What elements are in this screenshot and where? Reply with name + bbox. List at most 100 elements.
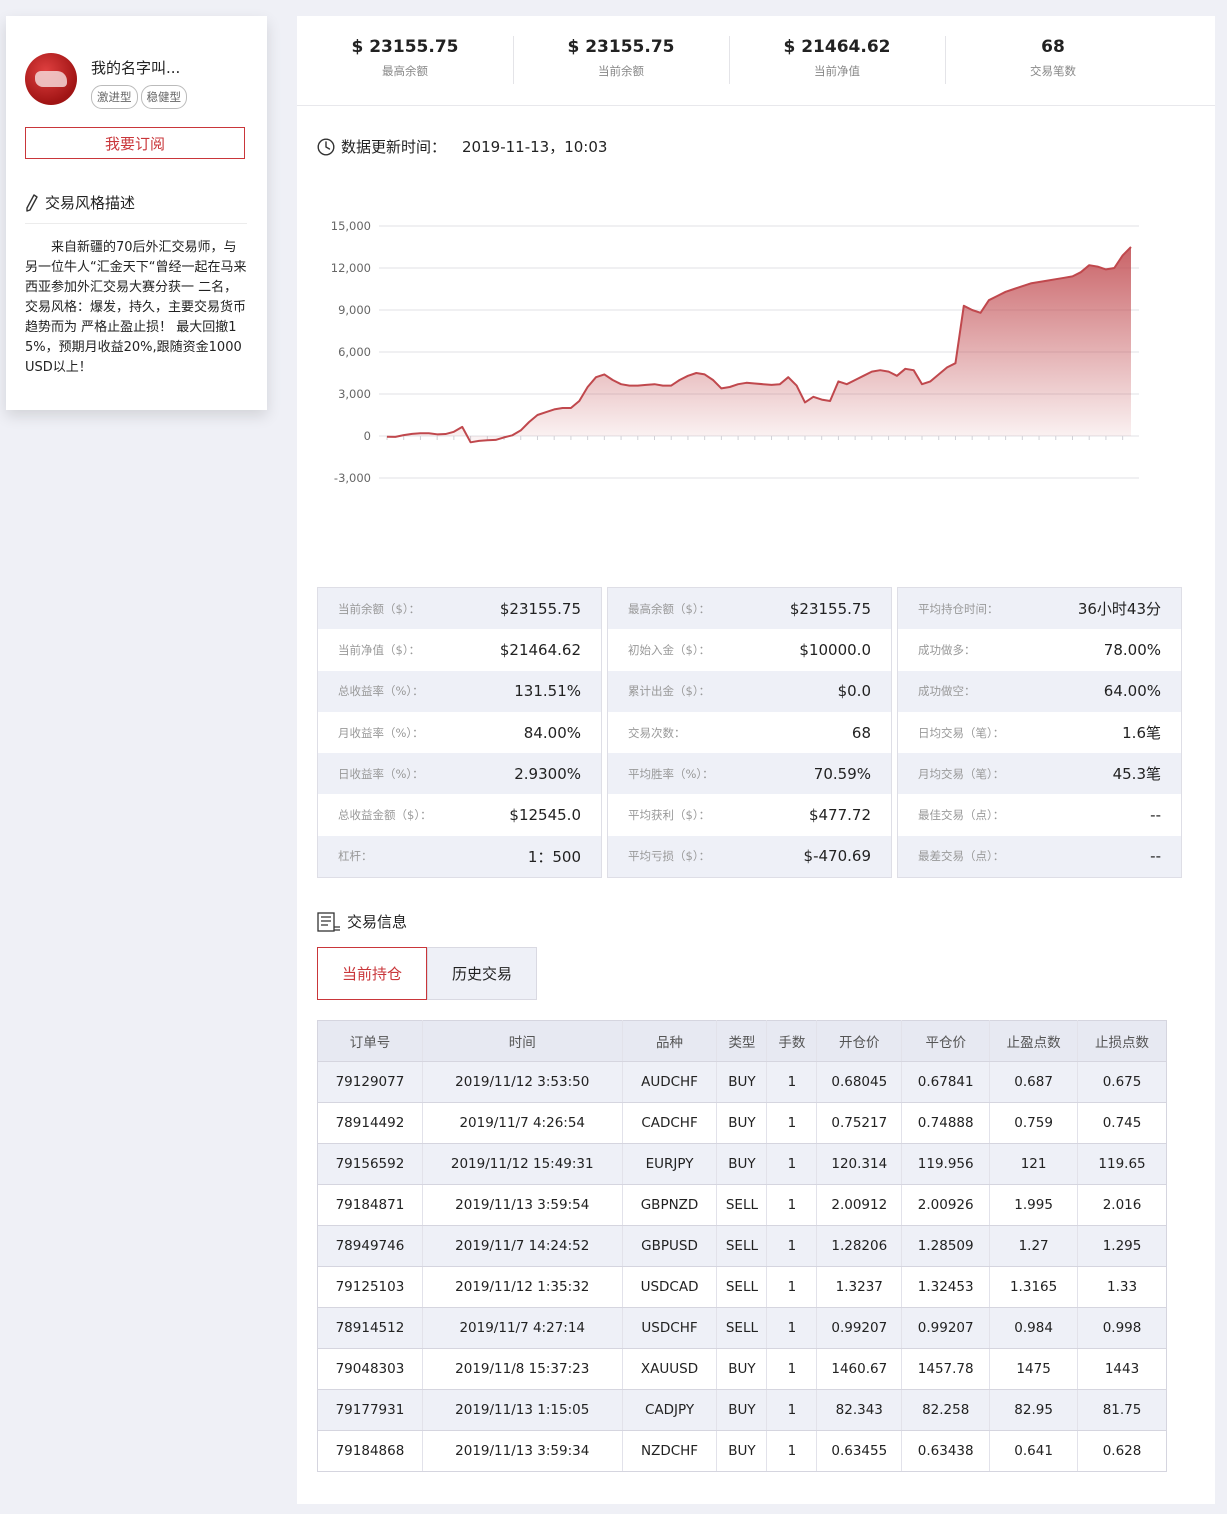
cell-type: BUY: [716, 1430, 768, 1472]
cell-take-profit: 0.759: [989, 1102, 1079, 1144]
cell-take-profit: 1475: [989, 1348, 1079, 1390]
table-row[interactable]: 79156592 2019/11/12 15:49:31 EURJPY BUY 1 120…: [317, 1143, 1167, 1185]
cell-type: BUY: [716, 1061, 768, 1103]
column-header[interactable]: 时间: [422, 1020, 623, 1062]
update-value: 2019-11-13，10:03: [462, 138, 608, 156]
subscribe-button[interactable]: 我要订阅: [25, 127, 245, 159]
cell-order-id: 78914512: [317, 1307, 423, 1349]
cell-lots: 1: [766, 1061, 818, 1103]
y-tick-label: 9,000: [338, 303, 371, 317]
cell-time: 2019/11/7 4:27:14: [422, 1307, 623, 1349]
cell-time: 2019/11/7 14:24:52: [422, 1225, 623, 1267]
stat-label: 成功做空：: [918, 684, 976, 699]
stat-value: 78.00%: [1103, 640, 1161, 659]
stat-row: 平均胜率（%）： 70.59%: [608, 753, 891, 795]
stat-value: $-470.69: [803, 847, 871, 866]
tab-history-trades[interactable]: 历史交易: [427, 947, 537, 1000]
stat-row: 成功做空： 64.00%: [898, 670, 1181, 712]
stat-value: 45.3笔: [1112, 765, 1161, 784]
table-row[interactable]: 79184868 2019/11/13 3:59:34 NZDCHF BUY 1 0.63…: [317, 1430, 1167, 1472]
clock-icon: [317, 137, 335, 156]
stat-row: 平均亏损（$）： $-470.69: [608, 835, 891, 878]
cell-lots: 1: [766, 1389, 818, 1431]
cell-symbol: USDCHF: [622, 1307, 718, 1349]
stat-label: 交易次数：: [628, 725, 686, 740]
cell-type: BUY: [716, 1143, 768, 1185]
stats-grid: 当前余额（$）： $23155.75 当前净值（$）： $21464.62 总收益率…: [317, 587, 1182, 879]
cell-symbol: XAUUSD: [622, 1348, 718, 1390]
stat-label: 月均交易（笔）：: [918, 766, 1005, 781]
cell-order-id: 79129077: [317, 1061, 423, 1103]
cell-stop-loss: 1443: [1077, 1348, 1167, 1390]
update-time: 数据更新时间： 2019-11-13，10:03: [317, 136, 607, 157]
column-header[interactable]: 品种: [622, 1020, 718, 1062]
cell-stop-loss: 1.33: [1077, 1266, 1167, 1308]
stat-row: 总收益金额（$）： $12545.0: [318, 794, 601, 836]
column-header[interactable]: 平仓价: [901, 1020, 991, 1062]
cell-lots: 1: [766, 1266, 818, 1308]
table-row[interactable]: 78914492 2019/11/7 4:26:54 CADCHF BUY 1 0.752…: [317, 1102, 1167, 1144]
summary-value: $ 23155.75: [351, 36, 459, 57]
column-header[interactable]: 类型: [716, 1020, 768, 1062]
cell-open-price: 0.68045: [816, 1061, 903, 1103]
cell-stop-loss: 81.75: [1077, 1389, 1167, 1431]
stat-row: 最差交易（点）： --: [898, 835, 1181, 878]
stat-row: 成功做多： 78.00%: [898, 629, 1181, 671]
column-header[interactable]: 止盈点数: [989, 1020, 1079, 1062]
cell-order-id: 79156592: [317, 1143, 423, 1185]
table-row[interactable]: 78914512 2019/11/7 4:27:14 USDCHF SELL 1 0.99…: [317, 1307, 1167, 1349]
cell-close-price: 1.28509: [901, 1225, 991, 1267]
cell-symbol: CADJPY: [622, 1389, 718, 1431]
cell-time: 2019/11/12 1:35:32: [422, 1266, 623, 1308]
cell-take-profit: 1.3165: [989, 1266, 1079, 1308]
summary-value: $ 23155.75: [567, 36, 675, 57]
avatar[interactable]: [25, 53, 77, 105]
table-row[interactable]: 79177931 2019/11/13 1:15:05 CADJPY BUY 1 82.3…: [317, 1389, 1167, 1431]
tab-current-positions[interactable]: 当前持仓: [317, 947, 427, 1000]
cell-order-id: 79177931: [317, 1389, 423, 1431]
cell-type: SELL: [716, 1307, 768, 1349]
y-tick-label: 3,000: [338, 387, 371, 401]
table-header-row: 订单号 时间 品种 类型 手数 开仓价 平仓价 止盈点数 止损点数: [317, 1020, 1167, 1062]
column-header[interactable]: 止损点数: [1077, 1020, 1167, 1062]
stat-label: 平均持仓时间：: [918, 601, 999, 616]
table-row[interactable]: 79129077 2019/11/12 3:53:50 AUDCHF BUY 1 0.68…: [317, 1061, 1167, 1103]
cell-time: 2019/11/8 15:37:23: [422, 1348, 623, 1390]
table-row[interactable]: 79184871 2019/11/13 3:59:54 GBPNZD SELL 1 2.0…: [317, 1184, 1167, 1226]
china-map-logo: [35, 71, 67, 87]
table-row[interactable]: 79125103 2019/11/12 1:35:32 USDCAD SELL 1 1.3…: [317, 1266, 1167, 1308]
profile-tags: 激进型 稳健型: [91, 85, 187, 109]
trade-tabs: 当前持仓 历史交易: [317, 947, 537, 1000]
y-tick-label: 6,000: [338, 345, 371, 359]
stat-row: 平均获利（$）： $477.72: [608, 794, 891, 836]
cell-symbol: EURJPY: [622, 1143, 718, 1185]
cell-close-price: 1457.78: [901, 1348, 991, 1390]
cell-stop-loss: 0.628: [1077, 1430, 1167, 1472]
stat-label: 累计出金（$）：: [628, 684, 711, 699]
stat-value: 2.9300%: [514, 764, 581, 783]
column-header[interactable]: 订单号: [317, 1020, 423, 1062]
stat-label: 最高余额（$）：: [628, 601, 711, 616]
summary-label: 最高余额: [382, 63, 428, 78]
divider: [25, 223, 247, 224]
document-list-icon: [317, 911, 340, 932]
stat-value: --: [1150, 806, 1161, 825]
cell-type: SELL: [716, 1225, 768, 1267]
cell-type: BUY: [716, 1102, 768, 1144]
cell-stop-loss: 2.016: [1077, 1184, 1167, 1226]
cell-symbol: USDCAD: [622, 1266, 718, 1308]
table-row[interactable]: 79048303 2019/11/8 15:37:23 XAUUSD BUY 1 1460…: [317, 1348, 1167, 1390]
stat-value: 64.00%: [1103, 682, 1161, 701]
cell-open-price: 1.3237: [816, 1266, 903, 1308]
column-header[interactable]: 开仓价: [816, 1020, 903, 1062]
stat-row: 月收益率（%）： 84.00%: [318, 711, 601, 754]
column-header[interactable]: 手数: [766, 1020, 818, 1062]
table-row[interactable]: 78949746 2019/11/7 14:24:52 GBPUSD SELL 1 1.2…: [317, 1225, 1167, 1267]
balance-chart: 15,000 12,000 9,000 6,000 3,000 0 -3,000: [319, 206, 1179, 486]
stat-row: 日收益率（%）： 2.9300%: [318, 753, 601, 795]
stat-row: 最高余额（$）： $23155.75: [608, 588, 891, 630]
cell-take-profit: 1.27: [989, 1225, 1079, 1267]
stat-label: 当前净值（$）：: [338, 642, 421, 657]
stat-value: 68: [851, 723, 871, 742]
stat-label: 平均亏损（$）：: [628, 849, 711, 864]
